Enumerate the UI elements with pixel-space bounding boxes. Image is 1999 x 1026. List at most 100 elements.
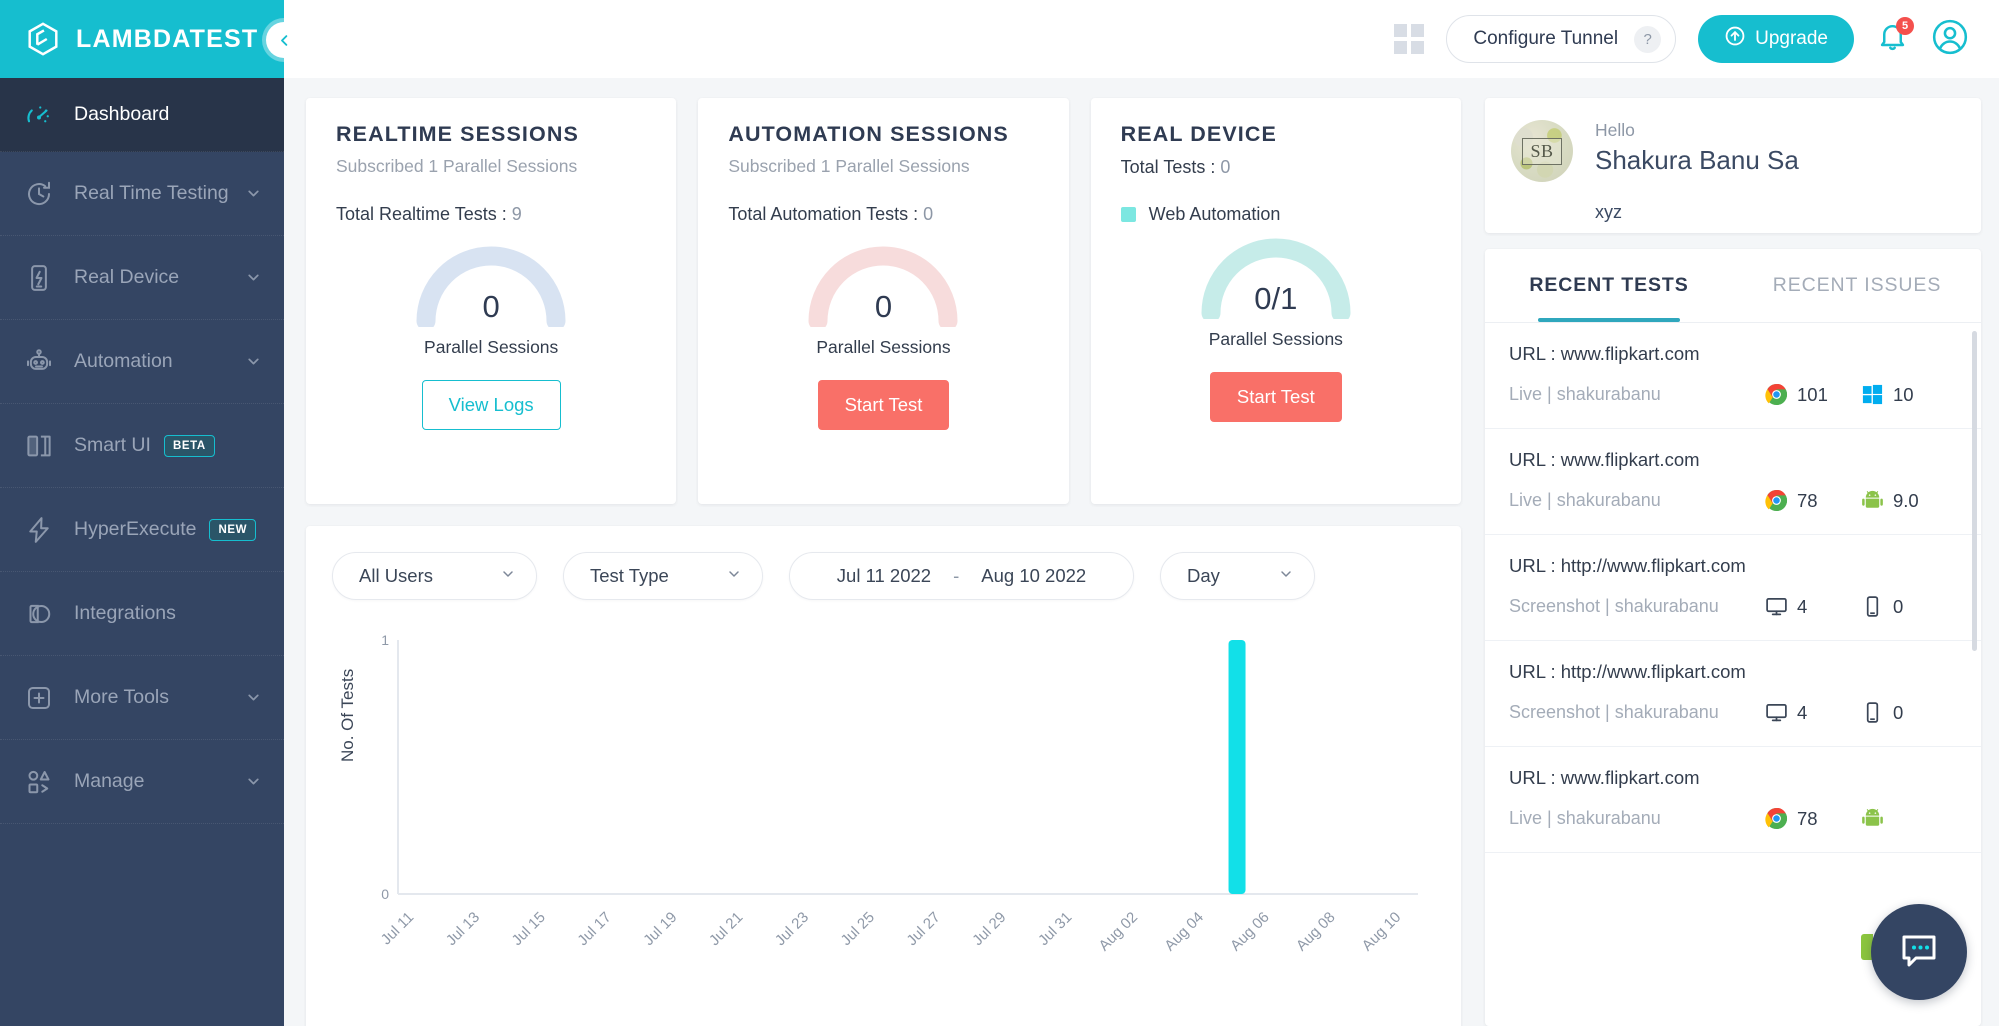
- sidebar-item-label: Real Device: [74, 266, 179, 289]
- all-users-select[interactable]: All Users: [332, 552, 537, 600]
- platform-version: 0: [1893, 702, 1903, 724]
- sidebar-item-more-tools[interactable]: More Tools: [0, 656, 284, 740]
- svg-text:Jul 17: Jul 17: [574, 909, 614, 949]
- date-from: Jul 11 2022: [837, 565, 931, 587]
- arrow-up-circle-icon: [1724, 25, 1746, 53]
- sidebar-item-label: More Tools: [74, 686, 169, 709]
- sidebar-collapse-button[interactable]: [266, 22, 302, 58]
- svg-text:Jul 15: Jul 15: [509, 909, 549, 949]
- sidebar-item-automation[interactable]: Automation: [0, 320, 284, 404]
- card-title: REALTIME SESSIONS: [336, 122, 646, 147]
- platform-stat: 9.0: [1861, 489, 1957, 512]
- tab-recent-tests[interactable]: RECENT TESTS: [1485, 249, 1733, 322]
- card-title: REAL DEVICE: [1121, 122, 1431, 147]
- user-menu-button[interactable]: [1931, 18, 1969, 61]
- help-icon[interactable]: ?: [1634, 26, 1661, 53]
- test-row[interactable]: URL : www.flipkart.com Live | shakurabanu…: [1485, 323, 1981, 429]
- sidebar-item-real-device[interactable]: Real Device: [0, 236, 284, 320]
- avatar: SB: [1511, 120, 1573, 182]
- venn-circles-icon: [22, 597, 56, 631]
- tab-recent-issues[interactable]: RECENT ISSUES: [1733, 249, 1981, 322]
- sidebar-item-label: HyperExecute: [74, 518, 196, 541]
- test-url: URL : www.flipkart.com: [1509, 343, 1957, 365]
- sidebar-item-label: Manage: [74, 770, 144, 793]
- sidebar-item-hyperexecute[interactable]: HyperExecute NEW: [0, 488, 284, 572]
- chevron-down-icon: [245, 689, 262, 706]
- test-url: URL : www.flipkart.com: [1509, 449, 1957, 471]
- platform-stat: 10: [1861, 383, 1957, 406]
- user-name: Shakura Banu Sa: [1595, 145, 1799, 176]
- upgrade-button[interactable]: Upgrade: [1698, 15, 1854, 63]
- test-type-select[interactable]: Test Type: [563, 552, 763, 600]
- profile-text: Hello Shakura Banu Sa xyz: [1595, 120, 1799, 223]
- svg-text:Jul 27: Jul 27: [903, 909, 943, 949]
- chevron-down-icon: [245, 185, 262, 202]
- notifications-button[interactable]: 5: [1876, 20, 1909, 58]
- browser-stat: 101: [1765, 383, 1861, 406]
- browser-version: 78: [1797, 490, 1818, 512]
- sidebar-item-real-time-testing[interactable]: Real Time Testing: [0, 152, 284, 236]
- chart-area: No. Of Tests 01Jul 11Jul 13Jul 15Jul 17J…: [332, 626, 1435, 1026]
- test-row[interactable]: URL : http://www.flipkart.com Screenshot …: [1485, 641, 1981, 747]
- date-range-picker[interactable]: Jul 11 2022 - Aug 10 2022: [789, 552, 1134, 600]
- sidebar-item-label: Dashboard: [74, 103, 169, 126]
- svg-text:Jul 19: Jul 19: [640, 909, 680, 949]
- card-total: Total Realtime Tests : 9: [336, 204, 646, 225]
- main-area: Configure Tunnel ? Upgrade: [284, 0, 1999, 1026]
- svg-text:Aug 08: Aug 08: [1293, 909, 1339, 955]
- gauge-value: 0: [408, 289, 574, 325]
- right-column: SB Hello Shakura Banu Sa xyz RECENT TEST…: [1479, 78, 1999, 1026]
- test-owner: Screenshot | shakurabanu: [1509, 702, 1765, 723]
- hyperexecute-new-badge: NEW: [209, 519, 256, 541]
- configure-tunnel-button[interactable]: Configure Tunnel ?: [1446, 15, 1676, 63]
- test-row[interactable]: URL : www.flipkart.comLive | shakurabanu…: [1485, 747, 1981, 853]
- sidebar-item-integrations[interactable]: Integrations: [0, 572, 284, 656]
- left-column: REALTIME SESSIONS Subscribed 1 Parallel …: [284, 78, 1479, 1026]
- sidebar-item-smart-ui[interactable]: Smart UI BETA: [0, 404, 284, 488]
- chevron-down-icon: [245, 773, 262, 790]
- app-grid-icon[interactable]: [1394, 24, 1424, 54]
- test-row[interactable]: URL : http://www.flipkart.comScreenshot …: [1485, 535, 1981, 641]
- automation-sessions-card: AUTOMATION SESSIONS Subscribed 1 Paralle…: [698, 98, 1068, 504]
- sidebar-item-manage[interactable]: Manage: [0, 740, 284, 824]
- mobile-icon: [1861, 595, 1884, 618]
- card-total-value: 9: [512, 204, 522, 224]
- test-meta: Screenshot | shakurabanu40: [1509, 701, 1957, 724]
- browser-version: 4: [1797, 596, 1807, 618]
- tests-chart-panel: All Users Test Type Jul 11: [306, 526, 1461, 1026]
- view-logs-button[interactable]: View Logs: [422, 380, 561, 430]
- chat-bubble-icon: [1895, 926, 1943, 979]
- granularity-select[interactable]: Day: [1160, 552, 1315, 600]
- gauge-value: 0: [800, 289, 966, 325]
- app-root: LAMBDATEST D: [0, 0, 1999, 1026]
- test-meta: Live | shakurabanu10110: [1509, 383, 1957, 406]
- chat-support-button[interactable]: [1871, 904, 1967, 1000]
- compare-panels-icon: [22, 429, 56, 463]
- test-row[interactable]: URL : www.flipkart.comLive | shakurabanu…: [1485, 429, 1981, 535]
- mobile-icon: [1861, 701, 1884, 724]
- date-separator: -: [953, 565, 959, 587]
- desktop-icon: [1765, 701, 1788, 724]
- svg-text:Aug 04: Aug 04: [1161, 909, 1207, 955]
- start-test-button[interactable]: Start Test: [1210, 372, 1342, 422]
- start-test-button[interactable]: Start Test: [818, 380, 950, 430]
- card-title: AUTOMATION SESSIONS: [728, 122, 1038, 147]
- svg-text:Jul 23: Jul 23: [772, 909, 812, 949]
- scrollbar-thumb[interactable]: [1972, 331, 1977, 651]
- list-scrollbar[interactable]: [1972, 331, 1977, 1018]
- real-device-card: REAL DEVICE Total Tests : 0 Web Automati…: [1091, 98, 1461, 504]
- platform-version: 0: [1893, 596, 1903, 618]
- legend: Web Automation: [1121, 204, 1431, 225]
- card-total-label: Total Automation Tests :: [728, 204, 918, 224]
- realtime-sessions-card: REALTIME SESSIONS Subscribed 1 Parallel …: [306, 98, 676, 504]
- y-axis-label: No. Of Tests: [338, 669, 358, 762]
- clock-icon: [22, 177, 56, 211]
- sidebar-item-label: Smart UI: [74, 434, 151, 457]
- sidebar-item-dashboard[interactable]: Dashboard: [0, 78, 284, 152]
- test-url: URL : http://www.flipkart.com: [1509, 661, 1957, 683]
- chart-filters: All Users Test Type Jul 11: [332, 552, 1435, 600]
- card-total-label: Total Realtime Tests :: [336, 204, 507, 224]
- configure-tunnel-label: Configure Tunnel: [1473, 28, 1618, 50]
- svg-text:Jul 11: Jul 11: [378, 909, 418, 949]
- browser-stat: 78: [1765, 807, 1861, 830]
